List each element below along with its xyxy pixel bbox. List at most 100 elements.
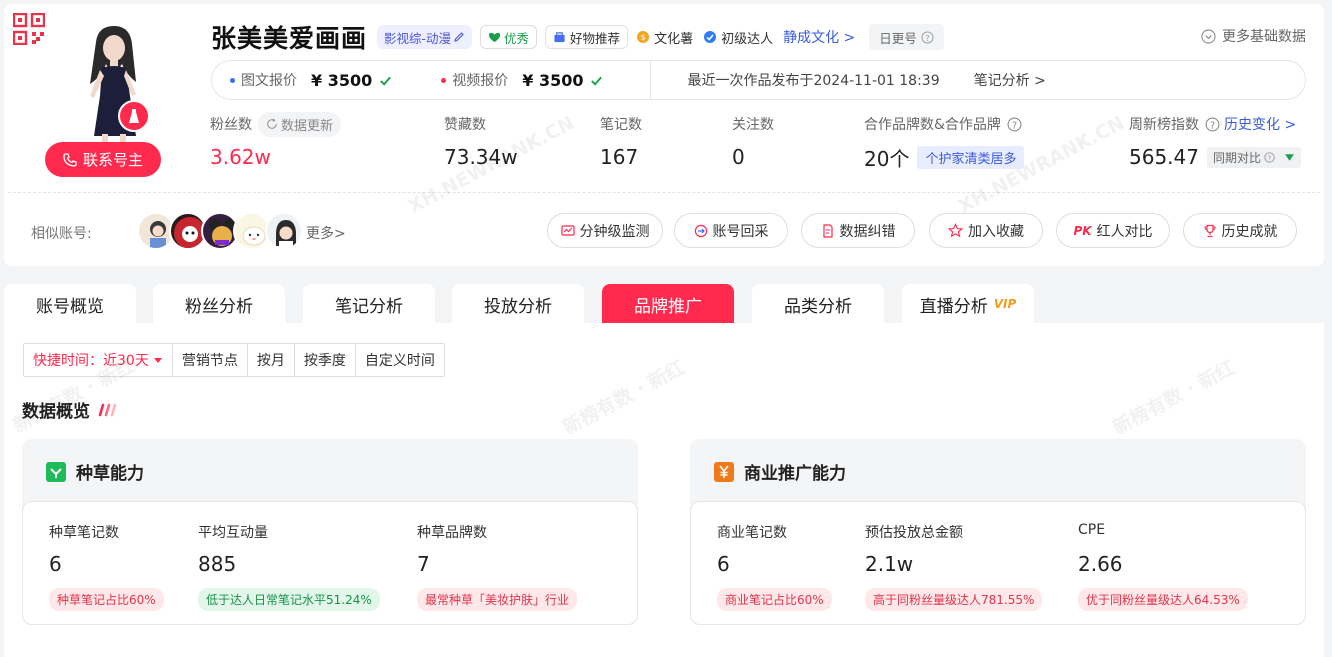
image-price-label: 图文报价 [241,73,297,89]
commercial-title: 商业推广能力 [744,464,846,484]
video-price-label: 视频报价 [452,73,509,89]
quick-time-dropdown[interactable]: 快捷时间：近30天 [24,344,173,376]
image-price-value: ¥ 3500 [311,70,373,90]
cpe-value: 2.66 [1078,552,1123,576]
account-recollect-button[interactable]: 账号回采 [674,213,788,248]
brand-value: 20个 [864,146,910,171]
check-icon [380,76,392,86]
by-quarter-option[interactable]: 按季度 [295,344,356,376]
category-tag[interactable]: 影视综-动漫 [377,25,473,49]
tab-account-overview[interactable]: 账号概览 [4,284,136,324]
influencer-compare-label: 红人对比 [1096,223,1153,240]
agency-link[interactable]: 静成文化 > [783,27,855,47]
quick-time-label: 快捷时间：近30天 [33,353,149,369]
custom-time-option[interactable]: 自定义时间 [356,344,444,376]
history-achievement-button[interactable]: 历史成就 [1183,213,1297,248]
avg-interaction-value: 885 [198,552,237,576]
data-correct-label: 数据纠错 [839,223,896,240]
estimated-spend-chip: 高于同粉丝量级达人781.55% [865,588,1043,611]
tab-live-analysis[interactable]: 直播分析 VIP [902,284,1034,324]
price-separator [650,60,652,100]
brand-promotion-panel: 快捷时间：近30天 营销节点 按月 按季度 自定义时间 数据概览 种草能力 种草… [4,323,1324,657]
brand-category-chip: 个护家清类居多 [917,145,1025,169]
chevron-down-circle-icon [1201,28,1216,44]
seeding-brands-label: 种草品牌数 [417,525,487,541]
more-basic-data-toggle[interactable]: 更多基础数据 [1201,26,1306,46]
qr-code-icon[interactable] [13,13,45,45]
data-overview-label: 数据概览 [22,402,90,422]
follow-value: 0 [732,145,745,169]
period-compare: 同期对比 ? [1206,146,1301,168]
pk-icon: PK [1073,223,1092,238]
edit-icon[interactable] [453,31,465,43]
help-icon[interactable]: ? [921,30,934,44]
rank-stat: 周新榜指数 ? 历史变化 > 565.47 同期对比 ? [1129,112,1301,170]
recollect-icon [694,224,707,237]
refresh-data-button[interactable]: 数据更新 [258,111,342,137]
likes-stat: 赞藏数 73.34w [444,112,518,170]
add-favorite-button[interactable]: 加入收藏 [929,213,1043,248]
avg-interaction-label: 平均互动量 [198,525,268,541]
seeding-brands-value: 7 [417,552,430,576]
last-post-label: 最近一次作品发布于2024-11-01 18:39 [687,73,940,89]
similar-more-link[interactable]: 更多> [306,223,346,243]
vip-badge: VIP [993,297,1017,311]
estimated-spend-label: 预估投放总金额 [865,525,963,541]
commercial-notes-metric: 商业笔记数 6 商业笔记占比60% [717,522,832,611]
follow-stat: 关注数 0 [732,112,774,170]
culture-tag: $ 文化薯 [636,28,693,47]
likes-label: 赞藏数 [444,117,486,133]
tab-note-analysis[interactable]: 笔记分析 [303,284,435,324]
phone-icon [63,152,77,167]
image-price: 图文报价 ¥ 3500 [230,70,393,90]
tab-category-analysis[interactable]: 品类分析 [752,284,884,324]
marketing-node-option[interactable]: 营销节点 [173,344,248,376]
tab-fans-analysis[interactable]: 粉丝分析 [153,284,285,324]
note-analysis-label: 笔记分析 > [973,73,1046,89]
similar-accounts-label: 相似账号: [31,226,92,242]
rank-label: 周新榜指数 [1129,117,1199,133]
name-row: 张美美爱画画 影视综-动漫 优秀 好物推荐 $ 文化薯 初级达人 静成文化 > … [211,20,944,54]
help-icon[interactable]: ? [1205,117,1220,132]
commercial-ability-card: 商业推广能力 商业笔记数 6 商业笔记占比60% 预估投放总金额 2.1w 高于… [690,439,1306,625]
estimated-spend-metric: 预估投放总金额 2.1w 高于同粉丝量级达人781.55% [865,522,1043,611]
similar-avatar[interactable] [265,212,303,250]
notes-label: 笔记数 [600,117,642,133]
account-name: 张美美爱画画 [211,24,368,53]
down-triangle-icon [1285,153,1294,161]
section-divider [8,192,1320,193]
seeding-notes-metric: 种草笔记数 6 种草笔记占比60% [49,522,164,611]
trophy-icon [1203,224,1216,237]
dress-badge-icon [118,100,150,132]
level-tag: 初级达人 [703,28,773,47]
note-analysis-link[interactable]: 笔记分析 > [974,70,1046,90]
commercial-notes-chip: 商业笔记占比60% [717,588,832,611]
watermark: 新榜有数 · 新红 [1109,356,1239,440]
minute-monitor-button[interactable]: 分钟级监测 [547,213,663,248]
account-recollect-label: 账号回采 [712,223,769,240]
daily-update-label: 日更号 [879,30,917,46]
svg-text:?: ? [1012,120,1017,131]
by-month-option[interactable]: 按月 [248,344,295,376]
avg-interaction-chip: 低于达人日常笔记水平51.24% [198,588,380,611]
data-correct-button[interactable]: 数据纠错 [801,213,915,248]
tab-live-analysis-label: 直播分析 [919,296,988,317]
caret-down-icon [153,358,162,363]
tab-delivery-analysis[interactable]: 投放分析 [452,284,584,324]
cpe-chip: 优于同粉丝量级达人64.53% [1078,588,1248,611]
fans-stat: 粉丝数 数据更新 3.62w [210,111,342,170]
help-icon[interactable]: ? [1007,117,1022,132]
influencer-compare-button[interactable]: PK 红人对比 [1056,213,1170,248]
slash-decoration-icon [98,403,117,416]
cpe-label: CPE [1078,522,1106,538]
help-icon[interactable]: ? [1264,151,1275,163]
level-badge-icon [704,31,717,43]
history-change-link[interactable]: 历史变化 > [1224,114,1296,134]
tab-brand-promotion[interactable]: 品牌推广 [602,284,734,324]
blue-dot-icon [230,77,235,83]
avg-interaction-metric: 平均互动量 885 低于达人日常笔记水平51.24% [198,522,380,611]
star-icon [948,223,963,238]
refresh-data-label: 数据更新 [281,118,334,134]
red-dot-icon [441,77,447,83]
contact-owner-button[interactable]: 联系号主 [45,142,161,177]
